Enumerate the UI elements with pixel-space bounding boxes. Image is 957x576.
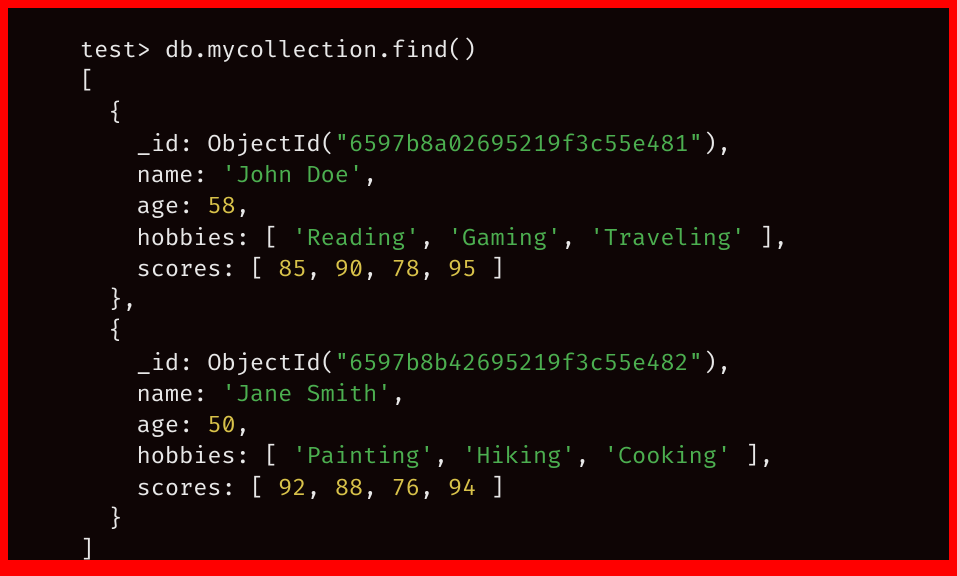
- hobby-value: 'Cooking': [604, 443, 731, 471]
- object-close: },: [108, 287, 136, 315]
- field-key-scores: scores: [137, 256, 222, 284]
- terminal-output: test> db.mycollection.find() [ { _id: Ob…: [8, 8, 949, 560]
- field-key-id: _id: [137, 350, 179, 378]
- score-value: 90: [335, 256, 363, 284]
- array-open: [: [80, 68, 94, 96]
- score-value: 95: [448, 256, 476, 284]
- hobby-value: 'Painting': [292, 443, 434, 471]
- hobby-value: 'Hiking': [462, 443, 575, 471]
- object-open: {: [108, 318, 122, 346]
- hobby-value: 'Traveling': [590, 225, 746, 253]
- hobby-value: 'Gaming': [448, 225, 561, 253]
- score-value: 88: [335, 475, 363, 503]
- field-key-hobbies: hobbies: [137, 443, 236, 471]
- score-value: 94: [448, 475, 476, 503]
- name-value: 'Jane Smith': [222, 381, 392, 409]
- objectid-func: ObjectId: [207, 131, 320, 159]
- field-key-age: age: [137, 193, 179, 221]
- id-value: "6597b8a02695219f3c55e481": [335, 131, 703, 159]
- age-value: 58: [207, 193, 235, 221]
- field-key-age: age: [137, 412, 179, 440]
- object-open: {: [108, 100, 122, 128]
- shell-command: db.mycollection.find(): [165, 37, 476, 65]
- shell-prompt: test>: [80, 37, 151, 65]
- name-value: 'John Doe': [222, 162, 364, 190]
- score-value: 76: [391, 475, 419, 503]
- field-key-scores: scores: [137, 475, 222, 503]
- score-value: 92: [278, 475, 306, 503]
- hobby-value: 'Reading': [292, 225, 419, 253]
- objectid-func: ObjectId: [207, 350, 320, 378]
- field-key-hobbies: hobbies: [137, 225, 236, 253]
- id-value: "6597b8b42695219f3c55e482": [335, 350, 703, 378]
- array-close: ]: [80, 537, 94, 565]
- age-value: 50: [207, 412, 235, 440]
- score-value: 85: [278, 256, 306, 284]
- field-key-id: _id: [137, 131, 179, 159]
- field-key-name: name: [137, 381, 194, 409]
- score-value: 78: [391, 256, 419, 284]
- object-close: }: [108, 506, 122, 534]
- field-key-name: name: [137, 162, 194, 190]
